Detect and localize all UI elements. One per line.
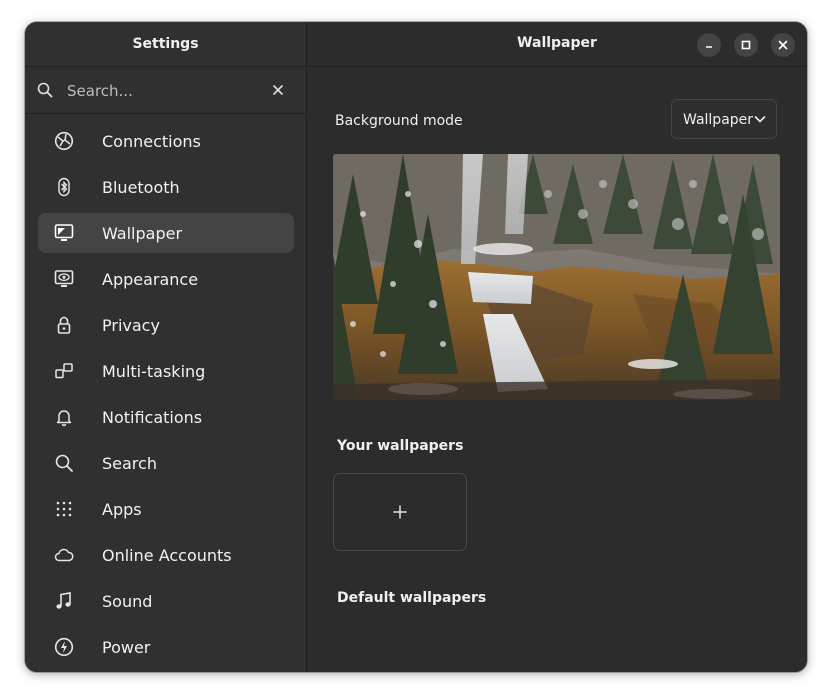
sidebar-item-label: Connections: [102, 131, 201, 151]
sidebar-item-search[interactable]: Search: [38, 443, 294, 483]
minimize-button[interactable]: [697, 33, 721, 57]
search-icon: [37, 82, 53, 98]
music-note-icon: [54, 591, 74, 611]
sidebar-item-sound[interactable]: Sound: [38, 581, 294, 621]
sidebar-item-wallpaper[interactable]: Wallpaper: [38, 213, 294, 253]
bell-icon: [54, 407, 74, 427]
sidebar-item-bluetooth[interactable]: Bluetooth: [38, 167, 294, 207]
cloud-icon: [54, 545, 74, 565]
sidebar-item-apps[interactable]: Apps: [38, 489, 294, 529]
apps-grid-icon: [54, 499, 74, 519]
sidebar-item-power[interactable]: Power: [38, 627, 294, 667]
sidebar-nav: Connections Bluetooth Wallpaper Appearan…: [25, 121, 306, 672]
lock-icon: [54, 315, 74, 335]
sidebar-item-label: Power: [102, 637, 151, 657]
search-input[interactable]: [65, 79, 259, 103]
plus-icon: [393, 505, 407, 519]
settings-window: Settings Search... Connections Bluetooth…: [25, 22, 807, 672]
search-icon: [54, 453, 74, 473]
main-panel: Wallpaper Background mode Wallpaper Your…: [307, 22, 807, 672]
minimize-icon: [706, 46, 712, 48]
sidebar-item-multitasking[interactable]: Multi-tasking: [38, 351, 294, 391]
background-mode-label: Background mode: [335, 113, 463, 129]
sidebar-item-privacy[interactable]: Privacy: [38, 305, 294, 345]
sidebar-item-connections[interactable]: Connections: [38, 121, 294, 161]
sidebar-item-label: Search: [102, 453, 157, 473]
sidebar-item-online-accounts[interactable]: Online Accounts: [38, 535, 294, 575]
sidebar-item-notifications[interactable]: Notifications: [38, 397, 294, 437]
page-title: Wallpaper: [517, 35, 597, 51]
sidebar-item-label: Apps: [102, 499, 142, 519]
your-wallpapers-title: Your wallpapers: [337, 438, 464, 454]
sidebar-item-label: Appearance: [102, 269, 199, 289]
sidebar-item-appearance[interactable]: Appearance: [38, 259, 294, 299]
chevron-down-icon: [754, 116, 766, 123]
maximize-icon: [741, 40, 751, 50]
sidebar-item-label: Online Accounts: [102, 545, 232, 565]
maximize-button[interactable]: [734, 33, 758, 57]
wallpaper-icon: [54, 223, 74, 243]
power-icon: [54, 637, 74, 657]
search-bar: [25, 67, 306, 114]
bluetooth-icon: [54, 177, 74, 197]
background-mode-value: Wallpaper: [683, 112, 754, 128]
close-icon: [778, 40, 788, 50]
sidebar-item-label: Multi-tasking: [102, 361, 206, 381]
sidebar-title: Settings: [25, 22, 306, 67]
wallpaper-preview[interactable]: [333, 154, 780, 400]
sidebar: Settings Search... Connections Bluetooth…: [25, 22, 307, 672]
multitasking-icon: [54, 361, 74, 381]
sidebar-item-label: Notifications: [102, 407, 203, 427]
sidebar-item-label: Privacy: [102, 315, 160, 335]
globe-icon: [54, 131, 74, 151]
close-button[interactable]: [771, 33, 795, 57]
clear-search-icon[interactable]: [269, 81, 287, 99]
sidebar-item-label: Sound: [102, 591, 153, 611]
header-bar: Wallpaper: [307, 22, 807, 67]
add-wallpaper-button[interactable]: [333, 473, 467, 551]
waterfall-wallpaper-image: [333, 154, 780, 400]
default-wallpapers-title: Default wallpapers: [337, 590, 487, 606]
sidebar-item-label: Bluetooth: [102, 177, 180, 197]
background-mode-dropdown[interactable]: Wallpaper: [671, 99, 777, 139]
appearance-icon: [54, 269, 74, 289]
sidebar-item-label: Wallpaper: [102, 223, 183, 243]
